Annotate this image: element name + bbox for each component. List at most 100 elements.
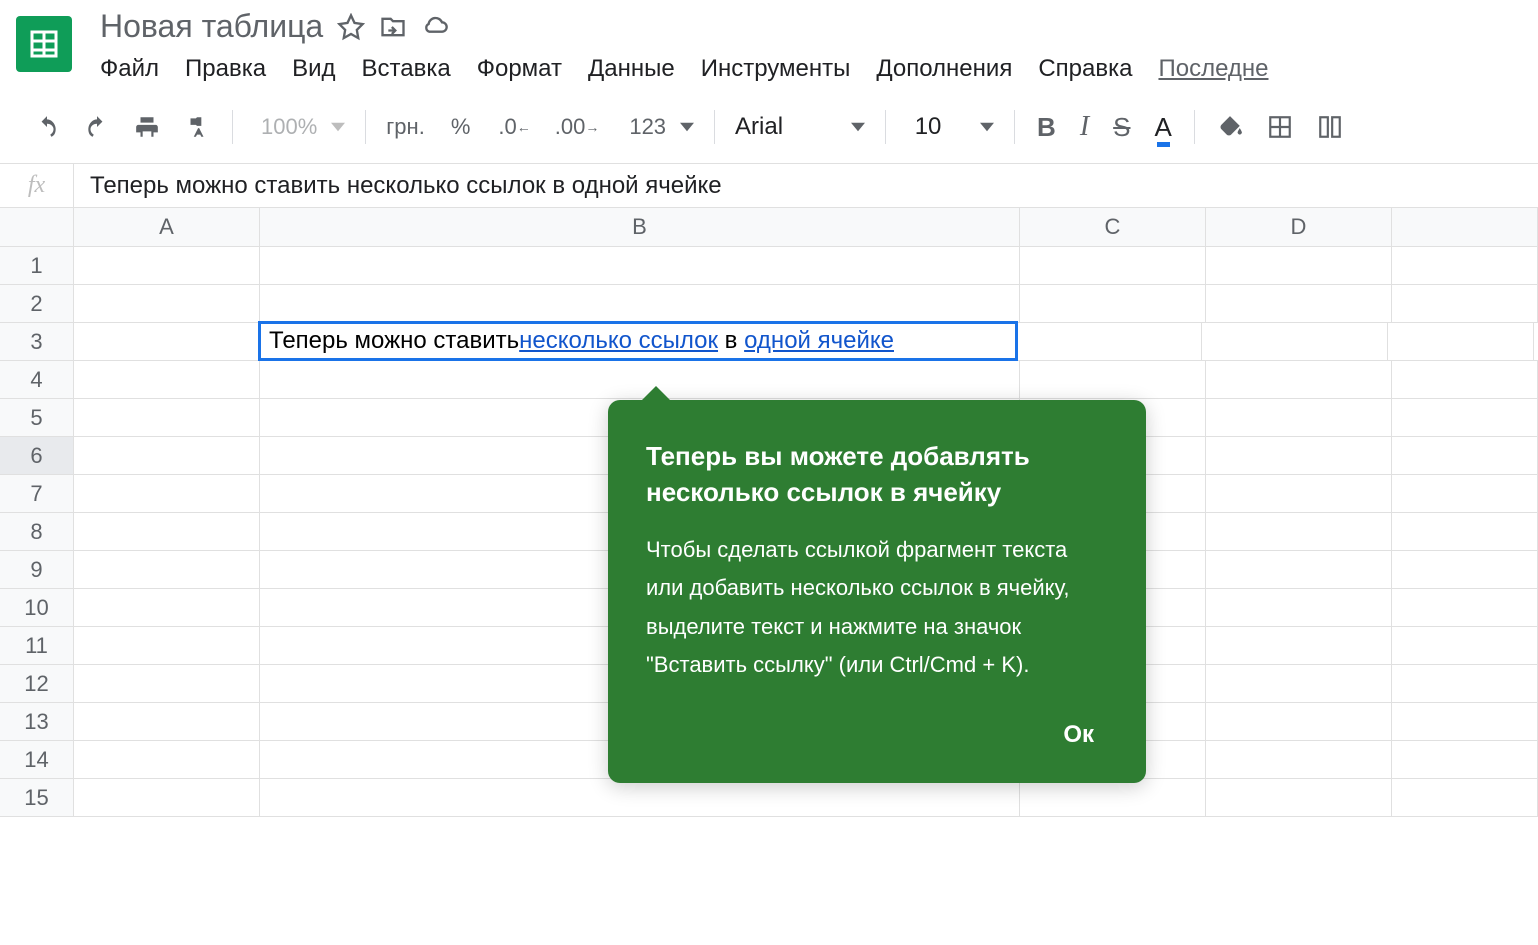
menu-tools[interactable]: Инструменты [701,55,851,83]
cell[interactable] [260,285,1020,322]
column-header-E[interactable] [1392,208,1538,246]
row-header[interactable]: 3 [0,323,74,360]
cell[interactable] [74,437,260,474]
cell[interactable] [1388,323,1534,360]
bold-button[interactable]: B [1027,106,1066,149]
cell[interactable] [1020,361,1206,398]
cell[interactable] [1392,475,1538,512]
cell[interactable] [74,665,260,702]
cell-B3-selected[interactable]: Теперь можно ставить несколько ссылок в … [258,321,1018,361]
cell[interactable] [1392,399,1538,436]
move-folder-icon[interactable] [379,13,407,41]
paint-format-button[interactable] [174,108,220,146]
cell[interactable] [1392,247,1538,284]
row-header[interactable]: 14 [0,741,74,778]
zoom-dropdown[interactable]: 100% [245,106,353,148]
tooltip-ok-button[interactable]: Ок [1049,713,1108,757]
menu-edit[interactable]: Правка [185,55,266,83]
cell[interactable] [74,589,260,626]
cell[interactable] [1206,589,1392,626]
cell[interactable] [1206,703,1392,740]
menu-help[interactable]: Справка [1038,55,1132,83]
row-header[interactable]: 1 [0,247,74,284]
column-header-C[interactable]: C [1020,208,1206,246]
row-header[interactable]: 10 [0,589,74,626]
menu-addons[interactable]: Дополнения [876,55,1012,83]
cell[interactable] [74,513,260,550]
cell[interactable] [1392,513,1538,550]
merge-cells-button[interactable] [1307,108,1353,146]
cloud-status-icon[interactable] [421,13,449,41]
print-button[interactable] [124,108,170,146]
row-header[interactable]: 9 [0,551,74,588]
currency-button[interactable]: грн. [378,110,433,144]
cell[interactable] [74,361,260,398]
cell[interactable] [1020,247,1206,284]
menu-last-edit[interactable]: Последне [1158,55,1268,83]
percent-button[interactable]: % [437,110,485,144]
cell[interactable] [1392,589,1538,626]
cell[interactable] [74,399,260,436]
cell[interactable] [74,703,260,740]
cell[interactable] [1206,665,1392,702]
cell[interactable] [260,247,1020,284]
cell[interactable] [1016,323,1202,360]
row-header[interactable]: 2 [0,285,74,322]
row-header[interactable]: 6 [0,437,74,474]
cell[interactable] [1392,627,1538,664]
cell[interactable] [74,285,260,322]
text-color-button[interactable]: A [1145,106,1182,149]
cell[interactable] [1392,779,1538,816]
number-format-dropdown[interactable]: 123 [613,106,702,148]
undo-button[interactable] [24,108,70,146]
cell[interactable] [1206,741,1392,778]
fill-color-button[interactable] [1207,108,1253,146]
sheets-logo[interactable] [16,16,72,72]
cell[interactable] [1392,361,1538,398]
document-title[interactable]: Новая таблица [100,8,323,45]
row-header[interactable]: 13 [0,703,74,740]
cell[interactable] [1020,779,1206,816]
cell[interactable] [1206,551,1392,588]
cell[interactable] [1206,779,1392,816]
menu-view[interactable]: Вид [292,55,335,83]
strikethrough-button[interactable]: S [1103,106,1140,149]
cell[interactable] [1392,437,1538,474]
cell[interactable] [74,247,260,284]
increase-decimal-button[interactable]: .00→ [545,108,610,146]
cell[interactable] [1206,285,1392,322]
cell[interactable] [74,551,260,588]
formula-input[interactable]: Теперь можно ставить несколько ссылок в … [74,172,738,200]
redo-button[interactable] [74,108,120,146]
row-header[interactable]: 7 [0,475,74,512]
cell[interactable] [74,741,260,778]
cell[interactable] [74,475,260,512]
cell[interactable] [1392,285,1538,322]
star-icon[interactable] [337,13,365,41]
font-family-dropdown[interactable]: Arial [727,109,873,145]
cell[interactable] [1206,513,1392,550]
row-header[interactable]: 4 [0,361,74,398]
select-all-corner[interactable] [0,208,74,246]
borders-button[interactable] [1257,108,1303,146]
cell[interactable] [1206,627,1392,664]
cell[interactable] [1206,475,1392,512]
cell[interactable] [1392,665,1538,702]
column-header-D[interactable]: D [1206,208,1392,246]
row-header[interactable]: 12 [0,665,74,702]
decrease-decimal-button[interactable]: .0← [488,108,540,146]
row-header[interactable]: 11 [0,627,74,664]
cell[interactable] [1392,703,1538,740]
cell[interactable] [1206,399,1392,436]
column-header-B[interactable]: B [260,208,1020,246]
row-header[interactable]: 5 [0,399,74,436]
cell[interactable] [74,779,260,816]
menu-file[interactable]: Файл [100,55,159,83]
column-header-A[interactable]: A [74,208,260,246]
cell-link[interactable]: одной ячейке [744,327,894,355]
menu-insert[interactable]: Вставка [362,55,451,83]
row-header[interactable]: 15 [0,779,74,816]
cell[interactable] [1206,361,1392,398]
cell[interactable] [1392,741,1538,778]
row-header[interactable]: 8 [0,513,74,550]
